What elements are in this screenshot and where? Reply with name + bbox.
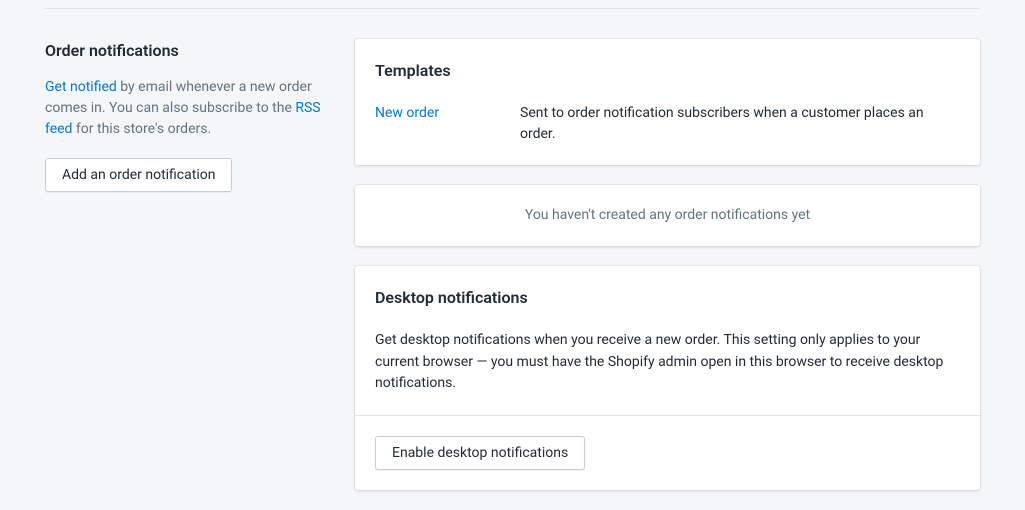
sidebar: Order notifications Get notified by emai… bbox=[45, 39, 325, 490]
settings-section: Order notifications Get notified by emai… bbox=[0, 9, 1025, 510]
desktop-heading: Desktop notifications bbox=[375, 286, 960, 310]
desktop-notifications-card: Desktop notifications Get desktop notifi… bbox=[355, 266, 980, 490]
get-notified-link[interactable]: Get notified bbox=[45, 79, 117, 95]
empty-notifications-card: You haven't created any order notificati… bbox=[355, 185, 980, 246]
sidebar-description: Get notified by email whenever a new ord… bbox=[45, 77, 325, 140]
templates-card: Templates New order Sent to order notifi… bbox=[355, 39, 980, 165]
enable-desktop-notifications-button[interactable]: Enable desktop notifications bbox=[375, 436, 585, 470]
empty-state-text: You haven't created any order notificati… bbox=[355, 185, 980, 246]
sidebar-desc-text-2: for this store's orders. bbox=[72, 121, 211, 137]
template-description: Sent to order notification subscribers w… bbox=[520, 103, 960, 145]
main-content: Templates New order Sent to order notifi… bbox=[355, 39, 980, 490]
add-order-notification-button[interactable]: Add an order notification bbox=[45, 158, 232, 192]
template-new-order-link[interactable]: New order bbox=[375, 103, 500, 124]
desktop-description: Get desktop notifications when you recei… bbox=[375, 330, 960, 395]
templates-heading: Templates bbox=[375, 59, 960, 83]
sidebar-heading: Order notifications bbox=[45, 39, 325, 63]
template-row: New order Sent to order notification sub… bbox=[375, 103, 960, 145]
